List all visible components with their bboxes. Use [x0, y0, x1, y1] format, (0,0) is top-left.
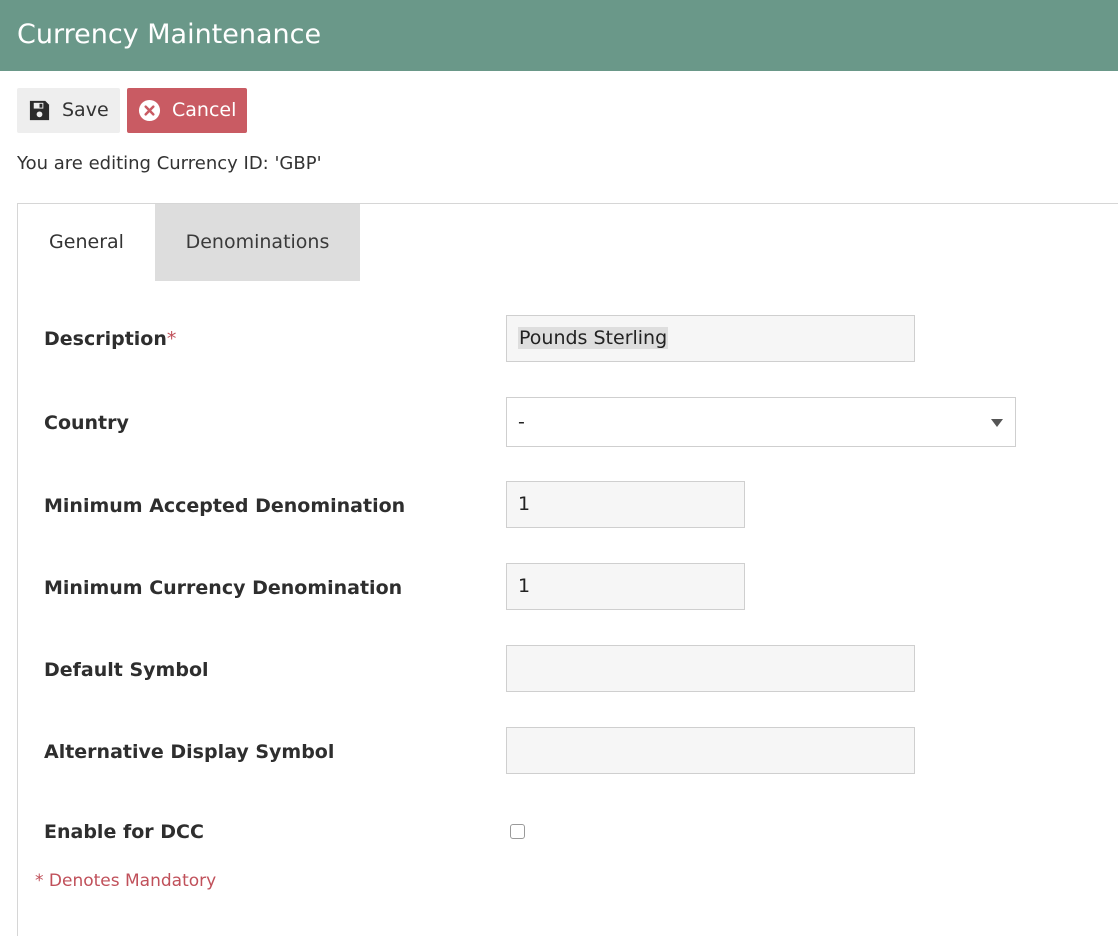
description-label: Description* — [44, 325, 176, 353]
min-accepted-denomination-value: 1 — [518, 493, 531, 515]
chevron-down-icon — [991, 419, 1003, 427]
default-symbol-label: Default Symbol — [44, 659, 209, 681]
enable-dcc-checkbox[interactable] — [510, 824, 525, 839]
alternative-display-symbol-input[interactable] — [506, 727, 915, 774]
cancel-button-label: Cancel — [172, 99, 237, 121]
alternative-display-symbol-label: Alternative Display Symbol — [44, 741, 335, 763]
min-currency-denomination-label: Minimum Currency Denomination — [44, 577, 403, 599]
country-label: Country — [44, 412, 129, 434]
min-currency-denomination-input[interactable]: 1 — [506, 563, 745, 610]
tab-denominations[interactable]: Denominations — [155, 204, 360, 281]
description-label-text: Description — [44, 328, 167, 350]
x-circle-icon — [138, 99, 161, 122]
mandatory-note: * Denotes Mandatory — [35, 871, 217, 891]
editing-currency-note: You are editing Currency ID: 'GBP' — [17, 153, 322, 174]
min-accepted-denomination-input[interactable]: 1 — [506, 481, 745, 528]
save-button-label: Save — [62, 99, 109, 121]
description-input[interactable]: Pounds Sterling — [506, 315, 915, 362]
cancel-button[interactable]: Cancel — [127, 88, 247, 133]
tab-general[interactable]: General — [18, 204, 155, 281]
default-symbol-input[interactable] — [506, 645, 915, 692]
page-header: Currency Maintenance — [0, 0, 1118, 71]
page-title: Currency Maintenance — [17, 19, 322, 50]
min-accepted-denomination-label: Minimum Accepted Denomination — [44, 495, 406, 517]
enable-dcc-label: Enable for DCC — [44, 821, 204, 843]
required-asterisk: * — [166, 328, 177, 350]
save-button[interactable]: Save — [17, 88, 120, 133]
description-value: Pounds Sterling — [518, 327, 669, 349]
country-select[interactable]: - — [506, 397, 1016, 447]
min-currency-denomination-value: 1 — [518, 575, 531, 597]
country-selected-value: - — [518, 411, 525, 433]
floppy-disk-icon — [29, 100, 50, 121]
